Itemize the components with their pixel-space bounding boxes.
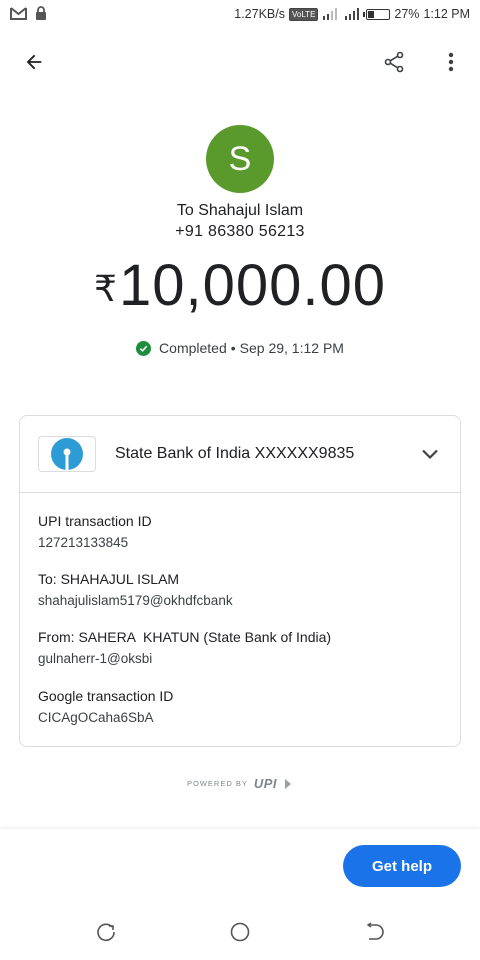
detail-label: Google transaction ID [38,688,174,704]
detail-label: UPI transaction ID [38,513,152,529]
upi-arrow-icon [285,778,291,789]
status-datetime: Sep 29, 1:12 PM [239,340,344,356]
status-text: Completed [159,340,227,356]
recipient-phone: +91 86380 56213 [175,223,305,240]
app-bar [0,40,480,86]
back-button[interactable] [14,42,54,82]
battery-percent: 27% [394,7,420,21]
home-button[interactable] [228,920,252,944]
back-nav-icon [366,922,384,940]
gmail-icon [10,6,27,20]
currency-symbol: ₹ [94,268,117,309]
share-icon [384,51,404,73]
detail-value: CICAgOCaha6SbA [38,710,154,725]
home-circle-icon [230,922,250,942]
payment-status-row: Completed • Sep 29, 1:12 PM [0,340,480,356]
detail-label: To: SHAHAJUL ISLAM [38,571,180,587]
battery-level [368,10,374,18]
powered-by-upi: POWERED BY UPI [0,776,480,791]
detail-value: 127213133845 [38,535,129,550]
sbi-logo [38,436,96,472]
transaction-details-card: State Bank of India XXXXXX9835 UPI trans… [19,415,461,747]
battery-icon [363,8,391,20]
upi-logo: UPI [253,776,277,791]
bank-account-row[interactable]: State Bank of India XXXXXX9835 [20,416,460,493]
more-options-button[interactable] [431,42,471,82]
detail-from: From: SAHERA KHATUN (State Bank of India… [38,629,331,666]
bank-account-name: State Bank of India XXXXXX9835 [115,445,355,462]
recent-apps-button[interactable] [94,920,118,944]
status-separator: • [230,340,236,356]
detail-label: From: SAHERA KHATUN (State Bank of India… [38,629,332,645]
system-navigation-bar [0,910,480,954]
arrow-back-icon [26,54,42,70]
lock-icon [36,6,46,20]
detail-upi-transaction-id: UPI transaction ID 127213133845 [38,513,152,550]
payment-amount: 10,000.00 [118,253,386,318]
check-circle-icon [136,340,152,356]
avatar: S [206,125,274,193]
volte-badge: VoLTE [288,7,319,21]
signal-icon-2 [345,8,360,20]
amount-row: ₹ 10,000.00 [0,252,480,319]
share-button[interactable] [374,42,414,82]
detail-to: To: SHAHAJUL ISLAM shahajulislam5179@okh… [38,571,233,608]
detail-value: gulnaherr-1@oksbi [38,651,153,666]
network-speed: 1.27KB/s [234,7,285,21]
recipient-name: To Shahajul Islam [176,202,304,219]
chevron-down-icon [422,449,438,460]
get-help-button[interactable]: Get help [343,845,461,887]
more-vert-icon [448,52,454,72]
detail-google-transaction-id: Google transaction ID CICAgOCaha6SbA [38,688,173,725]
detail-value: shahajulislam5179@okhdfcbank [38,593,233,608]
clock: 1:12 PM [423,7,470,21]
status-right: 1.27KB/s VoLTE 27% 1:12 PM [234,7,470,21]
back-nav-button[interactable] [362,920,386,944]
signal-icon [323,8,338,20]
status-left [10,6,47,20]
status-bar: 1.27KB/s VoLTE 27% 1:12 PM [0,0,480,30]
powered-by-text: POWERED BY [186,779,248,788]
recent-apps-icon [97,923,115,942]
